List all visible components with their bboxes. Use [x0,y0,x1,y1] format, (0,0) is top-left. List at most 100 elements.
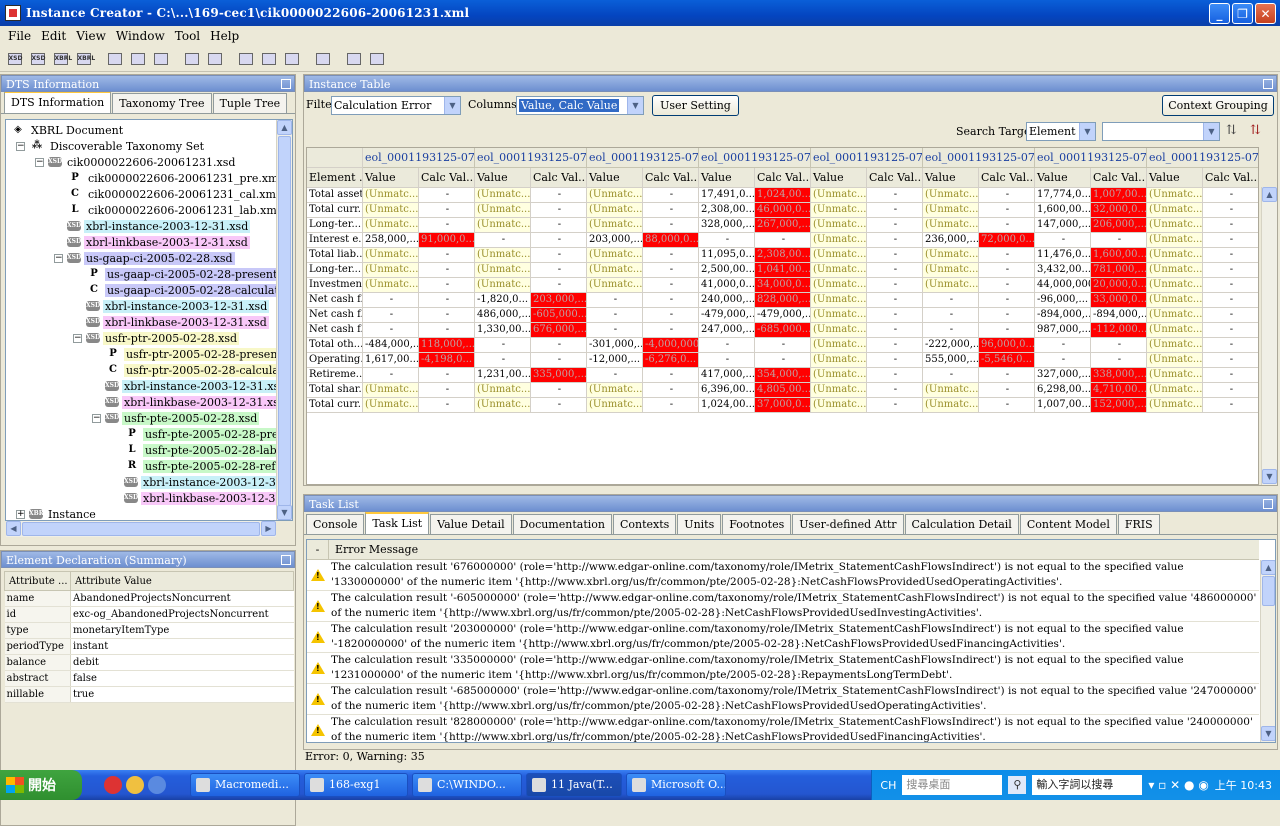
unmatched-cell[interactable]: (Unmatc... [475,203,531,218]
grid-cell[interactable]: - [643,278,699,293]
chevron-down-icon[interactable]: ▼ [444,97,460,114]
inspect-button[interactable] [312,48,333,69]
calc-error-cell[interactable]: 4,805,00... [755,383,811,398]
calc-error-cell[interactable]: 1,600,00... [1091,248,1147,263]
grid-cell[interactable]: - [867,278,923,293]
context-column-header[interactable]: eol_0001193125-07... [699,148,811,168]
grid-cell[interactable]: - [419,323,475,338]
grid-cell[interactable]: 236,000,... [923,233,979,248]
grid-cell[interactable]: - [1091,353,1147,368]
grid-cell[interactable]: 203,000,... [587,233,643,248]
grid-cell[interactable]: 987,000,... [1035,323,1091,338]
grid-cell[interactable]: - [587,368,643,383]
grid-cell[interactable]: - [923,323,979,338]
grid-cell[interactable]: 327,000,... [1035,368,1091,383]
unmatched-cell[interactable]: (Unmatc... [1147,263,1203,278]
tab-fris[interactable]: FRIS [1117,514,1160,534]
element-name-cell[interactable]: Operating... [307,353,363,368]
unmatched-cell[interactable]: (Unmatc... [811,188,867,203]
validate-button[interactable] [150,48,171,69]
menu-file[interactable]: File [3,29,36,43]
unmatched-cell[interactable]: (Unmatc... [923,398,979,413]
tab-content-model[interactable]: Content Model [1019,514,1117,534]
menu-tool[interactable]: Tool [170,29,205,43]
grid-cell[interactable]: - [1203,383,1258,398]
tree-node[interactable]: XBRL Instance [29,506,98,520]
menu-edit[interactable]: Edit [36,29,71,43]
tree-node[interactable]: XSD xbrl-linkbase-2003-12-31.xsd [105,394,288,410]
calc-error-cell[interactable]: 72,000,0... [979,233,1035,248]
unmatched-cell[interactable]: (Unmatc... [811,203,867,218]
grid-cell[interactable]: 6,396,00... [699,383,755,398]
grid-cell[interactable]: 41,000,0... [699,278,755,293]
h-scroll-thumb[interactable] [22,522,260,536]
unmatched-cell[interactable]: (Unmatc... [811,218,867,233]
app-icon[interactable] [5,5,21,21]
grid-cell[interactable]: - [643,308,699,323]
context-column-header[interactable]: eol_0001193125-07... [923,148,1035,168]
unmatched-cell[interactable]: (Unmatc... [475,398,531,413]
grid-cell[interactable]: - [419,203,475,218]
grid-cell[interactable]: - [1203,293,1258,308]
grid-cell[interactable]: - [867,323,923,338]
tree-node[interactable]: Cusfr-ptr-2005-02-28-calculation.xml [105,362,292,378]
tree-expander-icon[interactable]: − [16,142,25,151]
tree-node[interactable]: Pcik0000022606-20061231_pre.xml [67,170,284,186]
grid-cell[interactable]: - [867,233,923,248]
grid-cell[interactable]: - [531,233,587,248]
calc-error-cell[interactable]: -685,000... [755,323,811,338]
grid-cell[interactable]: - [419,263,475,278]
grid-cell[interactable]: - [979,278,1035,293]
grid-cell[interactable]: - [979,383,1035,398]
element-name-cell[interactable]: Total curr... [307,203,363,218]
unmatched-cell[interactable]: (Unmatc... [363,398,419,413]
context-column-header[interactable]: eol_0001193125-07... [1035,148,1147,168]
search-previous-icon[interactable]: ⇅ [1226,123,1244,141]
grid-cell[interactable]: 417,000,... [699,368,755,383]
grid-cell[interactable]: - [531,353,587,368]
grid-cell[interactable]: - [1203,368,1258,383]
grid-cell[interactable]: - [475,353,531,368]
unmatched-cell[interactable]: (Unmatc... [475,248,531,263]
unmatched-cell[interactable]: (Unmatc... [811,353,867,368]
grid-cell[interactable]: - [979,323,1035,338]
grid-cell[interactable]: 2,308,00... [699,203,755,218]
calc-value-column-header[interactable]: Calc Val... [643,168,699,188]
unmatched-cell[interactable]: (Unmatc... [587,383,643,398]
xbrl-new-button[interactable]: XBRL [73,48,95,69]
maximize-pane-icon[interactable] [1263,79,1273,89]
error-message-header[interactable]: Error Message [329,540,418,559]
start-button[interactable]: 開始 [0,770,82,800]
grid-cell[interactable]: 328,000,... [699,218,755,233]
grid-cell[interactable]: - [531,383,587,398]
element-name-cell[interactable]: Net cash f... [307,293,363,308]
unmatched-cell[interactable]: (Unmatc... [475,383,531,398]
calc-value-column-header[interactable]: Calc Val... [419,168,475,188]
grid-cell[interactable]: 1,024,00... [699,398,755,413]
grid-cell[interactable]: - [1203,338,1258,353]
grid-cell[interactable]: - [979,248,1035,263]
value-column-header[interactable]: Value [923,168,979,188]
grid-cell[interactable]: - [643,188,699,203]
grid-cell[interactable]: -479,000,... [699,308,755,323]
unmatched-cell[interactable]: (Unmatc... [923,383,979,398]
unmatched-cell[interactable]: (Unmatc... [1147,398,1203,413]
tree-node[interactable]: Pus-gaap-ci-2005-02-28-presentation.xml [86,266,292,282]
unmatched-cell[interactable]: (Unmatc... [587,218,643,233]
grid-cell[interactable]: - [867,293,923,308]
unmatched-cell[interactable]: (Unmatc... [1147,338,1203,353]
tree-node[interactable]: Rusfr-pte-2005-02-28-reference.xml [124,458,292,474]
tree-expander-icon[interactable]: − [35,158,44,167]
maximize-pane-icon[interactable] [1263,499,1273,509]
search-next-icon[interactable]: ⇅ [1250,123,1268,141]
grid-cell[interactable]: - [979,263,1035,278]
grid-cell[interactable]: 1,007,00... [1035,398,1091,413]
unmatched-cell[interactable]: (Unmatc... [923,278,979,293]
add-element-button[interactable] [235,48,256,69]
grid-cell[interactable]: - [867,308,923,323]
maximize-button[interactable]: ❐ [1232,3,1253,24]
chevron-down-icon[interactable]: ▼ [1079,123,1095,140]
unmatched-cell[interactable]: (Unmatc... [363,278,419,293]
grid-cell[interactable]: 6,298,00... [1035,383,1091,398]
grid-cell[interactable]: - [979,218,1035,233]
